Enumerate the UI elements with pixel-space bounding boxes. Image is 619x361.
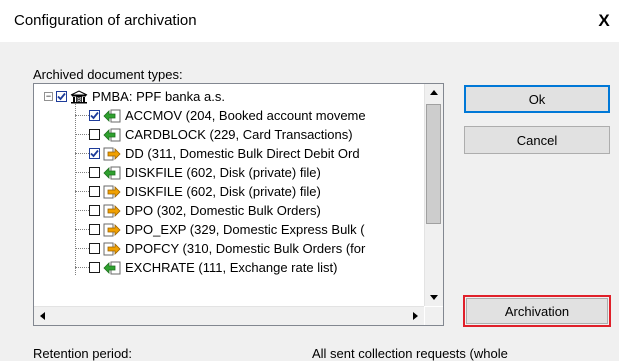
arrow-left-green-icon xyxy=(103,109,121,123)
tree-node-item[interactable]: DD (311, Domestic Bulk Direct Debit Ord xyxy=(89,144,360,163)
chevron-up-icon xyxy=(429,90,438,95)
tree-connector-line xyxy=(75,104,76,275)
scroll-corner xyxy=(425,307,443,325)
tree-branch-line xyxy=(75,267,89,268)
tree-branch-line xyxy=(75,229,89,230)
arrow-right-orange-icon xyxy=(103,204,121,218)
arrow-right-orange-icon xyxy=(103,223,121,237)
bank-icon: B xyxy=(70,89,88,104)
arrow-right-orange-icon xyxy=(103,185,121,199)
tree-node-item[interactable]: DISKFILE (602, Disk (private) file) xyxy=(89,182,321,201)
arrow-left-green-icon xyxy=(103,166,121,180)
title-bar: Configuration of archivation X xyxy=(0,0,619,42)
ok-button[interactable]: Ok xyxy=(464,85,610,113)
checkbox-unchecked[interactable] xyxy=(89,205,100,216)
cancel-button[interactable]: Cancel xyxy=(464,126,610,154)
tree-root-node[interactable]: − B PMBA: PPF banka a.s. xyxy=(44,87,225,106)
tree-node-label: DISKFILE (602, Disk (private) file) xyxy=(125,165,321,180)
checkbox-unchecked[interactable] xyxy=(89,224,100,235)
checkbox-unchecked[interactable] xyxy=(89,129,100,140)
tree-node-label: DD (311, Domestic Bulk Direct Debit Ord xyxy=(125,146,360,161)
tree-node-item[interactable]: CARDBLOCK (229, Card Transactions) xyxy=(89,125,353,144)
vertical-scrollbar[interactable] xyxy=(424,84,443,306)
chevron-left-icon xyxy=(40,311,45,320)
tree-branch-line xyxy=(75,172,89,173)
checkbox-checked[interactable] xyxy=(89,110,100,121)
tree-node-label: PMBA: PPF banka a.s. xyxy=(92,89,225,104)
archivation-highlight xyxy=(463,295,611,327)
tree-branch-line xyxy=(75,248,89,249)
horizontal-scrollbar[interactable] xyxy=(34,306,424,325)
tree-branch-line xyxy=(75,115,89,116)
chevron-down-icon xyxy=(429,295,438,300)
arrow-right-orange-icon xyxy=(103,242,121,256)
scroll-down-button[interactable] xyxy=(425,289,442,306)
tree-branch-line xyxy=(75,210,89,211)
checkbox-unchecked[interactable] xyxy=(89,186,100,197)
checkbox-unchecked[interactable] xyxy=(89,167,100,178)
tree-node-label: DPO (302, Domestic Bulk Orders) xyxy=(125,203,321,218)
document-types-tree[interactable]: − B PMBA: PPF banka a.s. ACCMOV (204, Booke… xyxy=(33,83,444,326)
scroll-left-button[interactable] xyxy=(34,307,51,324)
tree-branch-line xyxy=(75,191,89,192)
tree-branch-line xyxy=(75,153,89,154)
checkbox-checked[interactable] xyxy=(89,148,100,159)
collapse-toggle-icon[interactable]: − xyxy=(44,92,53,101)
tree-node-item[interactable]: ACCMOV (204, Booked account moveme xyxy=(89,106,366,125)
tree-node-item[interactable]: EXCHRATE (111, Exchange rate list) xyxy=(89,258,337,277)
tree-node-item[interactable]: DPO_EXP (329, Domestic Express Bulk ( xyxy=(89,220,365,239)
close-button[interactable]: X xyxy=(591,8,617,34)
tree-node-item[interactable]: DPO (302, Domestic Bulk Orders) xyxy=(89,201,321,220)
tree-node-label: CARDBLOCK (229, Card Transactions) xyxy=(125,127,353,142)
vertical-scroll-thumb[interactable] xyxy=(426,104,441,224)
checkbox-checked[interactable] xyxy=(56,91,67,102)
arrow-left-green-icon xyxy=(103,261,121,275)
checkbox-unchecked[interactable] xyxy=(89,243,100,254)
tree-node-label: DISKFILE (602, Disk (private) file) xyxy=(125,184,321,199)
tree-node-label: DPOFCY (310, Domestic Bulk Orders (for xyxy=(125,241,366,256)
tree-node-label: ACCMOV (204, Booked account moveme xyxy=(125,108,366,123)
scroll-up-button[interactable] xyxy=(425,84,442,101)
tree-content: − B PMBA: PPF banka a.s. ACCMOV (204, Booke… xyxy=(34,84,424,306)
tree-node-item[interactable]: DPOFCY (310, Domestic Bulk Orders (for xyxy=(89,239,365,258)
tree-branch-line xyxy=(75,134,89,135)
tree-node-label: DPO_EXP (329, Domestic Express Bulk ( xyxy=(125,222,365,237)
tree-node-item[interactable]: DISKFILE (602, Disk (private) file) xyxy=(89,163,321,182)
window-title: Configuration of archivation xyxy=(14,12,197,29)
arrow-left-green-icon xyxy=(103,128,121,142)
scroll-right-button[interactable] xyxy=(407,307,424,324)
arrow-right-orange-icon xyxy=(103,147,121,161)
archived-types-label: Archived document types: xyxy=(33,67,183,82)
tree-node-label: EXCHRATE (111, Exchange rate list) xyxy=(125,260,338,275)
checkbox-unchecked[interactable] xyxy=(89,262,100,273)
chevron-right-icon xyxy=(413,311,418,320)
